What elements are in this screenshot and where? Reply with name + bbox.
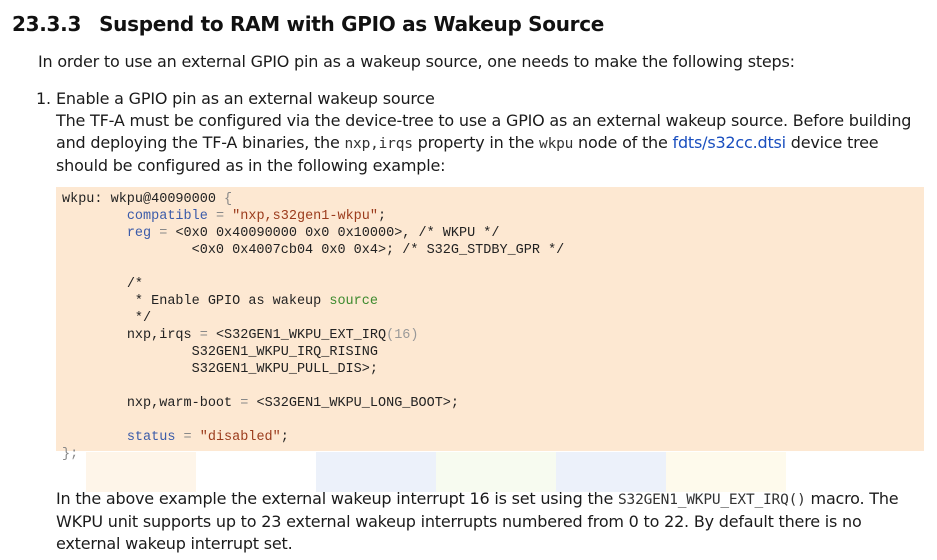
step-description: The TF-A must be configured via the devi… <box>56 110 926 177</box>
inline-code-macro: S32GEN1_WKPU_EXT_IRQ() <box>618 492 806 508</box>
section-number: 23.3.3 <box>12 12 82 36</box>
code-val-irqs-2: S32GEN1_WKPU_IRQ_RISING <box>191 345 378 360</box>
code-key-status: status <box>126 430 176 445</box>
dtsi-file-link[interactable]: fdts/s32cc.dtsi <box>673 133 787 152</box>
step-title: Enable a GPIO pin as an external wakeup … <box>56 89 435 108</box>
code-val-warm-boot: <S32GEN1_WKPU_LONG_BOOT>; <box>256 396 460 411</box>
code-key-irqs: nxp,irqs <box>126 328 192 343</box>
code-brace: { <box>224 192 233 207</box>
step-text: node of the <box>573 133 673 152</box>
section-heading: 23.3.3 Suspend to RAM with GPIO as Wakeup… <box>12 12 604 36</box>
code-val-reg-2: <0x0 0x4007cb04 0x0 0x4>; /* S32G_STDBY_… <box>191 243 565 258</box>
code-key-compatible: compatible <box>126 209 208 224</box>
code-semi: ; <box>377 209 387 224</box>
intro-paragraph: In order to use an external GPIO pin as … <box>38 52 795 71</box>
code-comment-text: * Enable GPIO as wakeup <box>134 294 330 309</box>
code-comment-keyword: source <box>329 294 378 309</box>
code-val-reg: <0x0 0x40090000 0x0 0x10000>, /* WKPU */ <box>175 226 500 241</box>
closing-paragraph: In the above example the external wakeup… <box>56 488 926 555</box>
step-text: property in the <box>412 133 540 152</box>
step-body: Enable a GPIO pin as an external wakeup … <box>56 88 926 177</box>
code-eq: = <box>240 396 249 411</box>
code-val-irqs: <S32GEN1_WKPU_EXT_IRQ <box>215 328 387 343</box>
code-comment-close: */ <box>134 311 152 326</box>
code-key-warm-boot: nxp,warm-boot <box>126 396 233 411</box>
device-tree-code-block[interactable]: wkpu: wkpu@40090000 { compatible = "nxp,… <box>56 187 924 462</box>
code-key-reg: reg <box>126 226 152 241</box>
section-title: Suspend to RAM with GPIO as Wakeup Sourc… <box>99 12 605 36</box>
code-val-compatible: "nxp,s32gen1-wkpu" <box>232 209 378 224</box>
watermark-decoration <box>56 452 924 492</box>
code-comment-open: /* <box>126 277 144 292</box>
inline-code-nxp-irqs: nxp,irqs <box>344 136 413 152</box>
step-marker: 1. <box>36 89 51 108</box>
step-list-item: 1. Enable a GPIO pin as an external wake… <box>36 88 926 177</box>
code-content: wkpu: wkpu@40090000 { compatible = "nxp,… <box>62 191 918 463</box>
code-eq: = <box>215 209 225 224</box>
code-val-irq-number: (16) <box>386 328 419 343</box>
code-node-name: wkpu: wkpu@40090000 <box>62 192 225 207</box>
code-val-irqs-3: S32GEN1_WKPU_PULL_DIS>; <box>191 362 378 377</box>
inline-code-wkpu: wkpu <box>539 136 574 152</box>
code-eq: = <box>199 328 208 343</box>
closing-text: In the above example the external wakeup… <box>56 489 619 508</box>
code-eq: = <box>159 226 168 241</box>
code-eq: = <box>183 430 192 445</box>
code-val-status: "disabled" <box>199 430 281 445</box>
code-semi: ; <box>280 430 289 445</box>
